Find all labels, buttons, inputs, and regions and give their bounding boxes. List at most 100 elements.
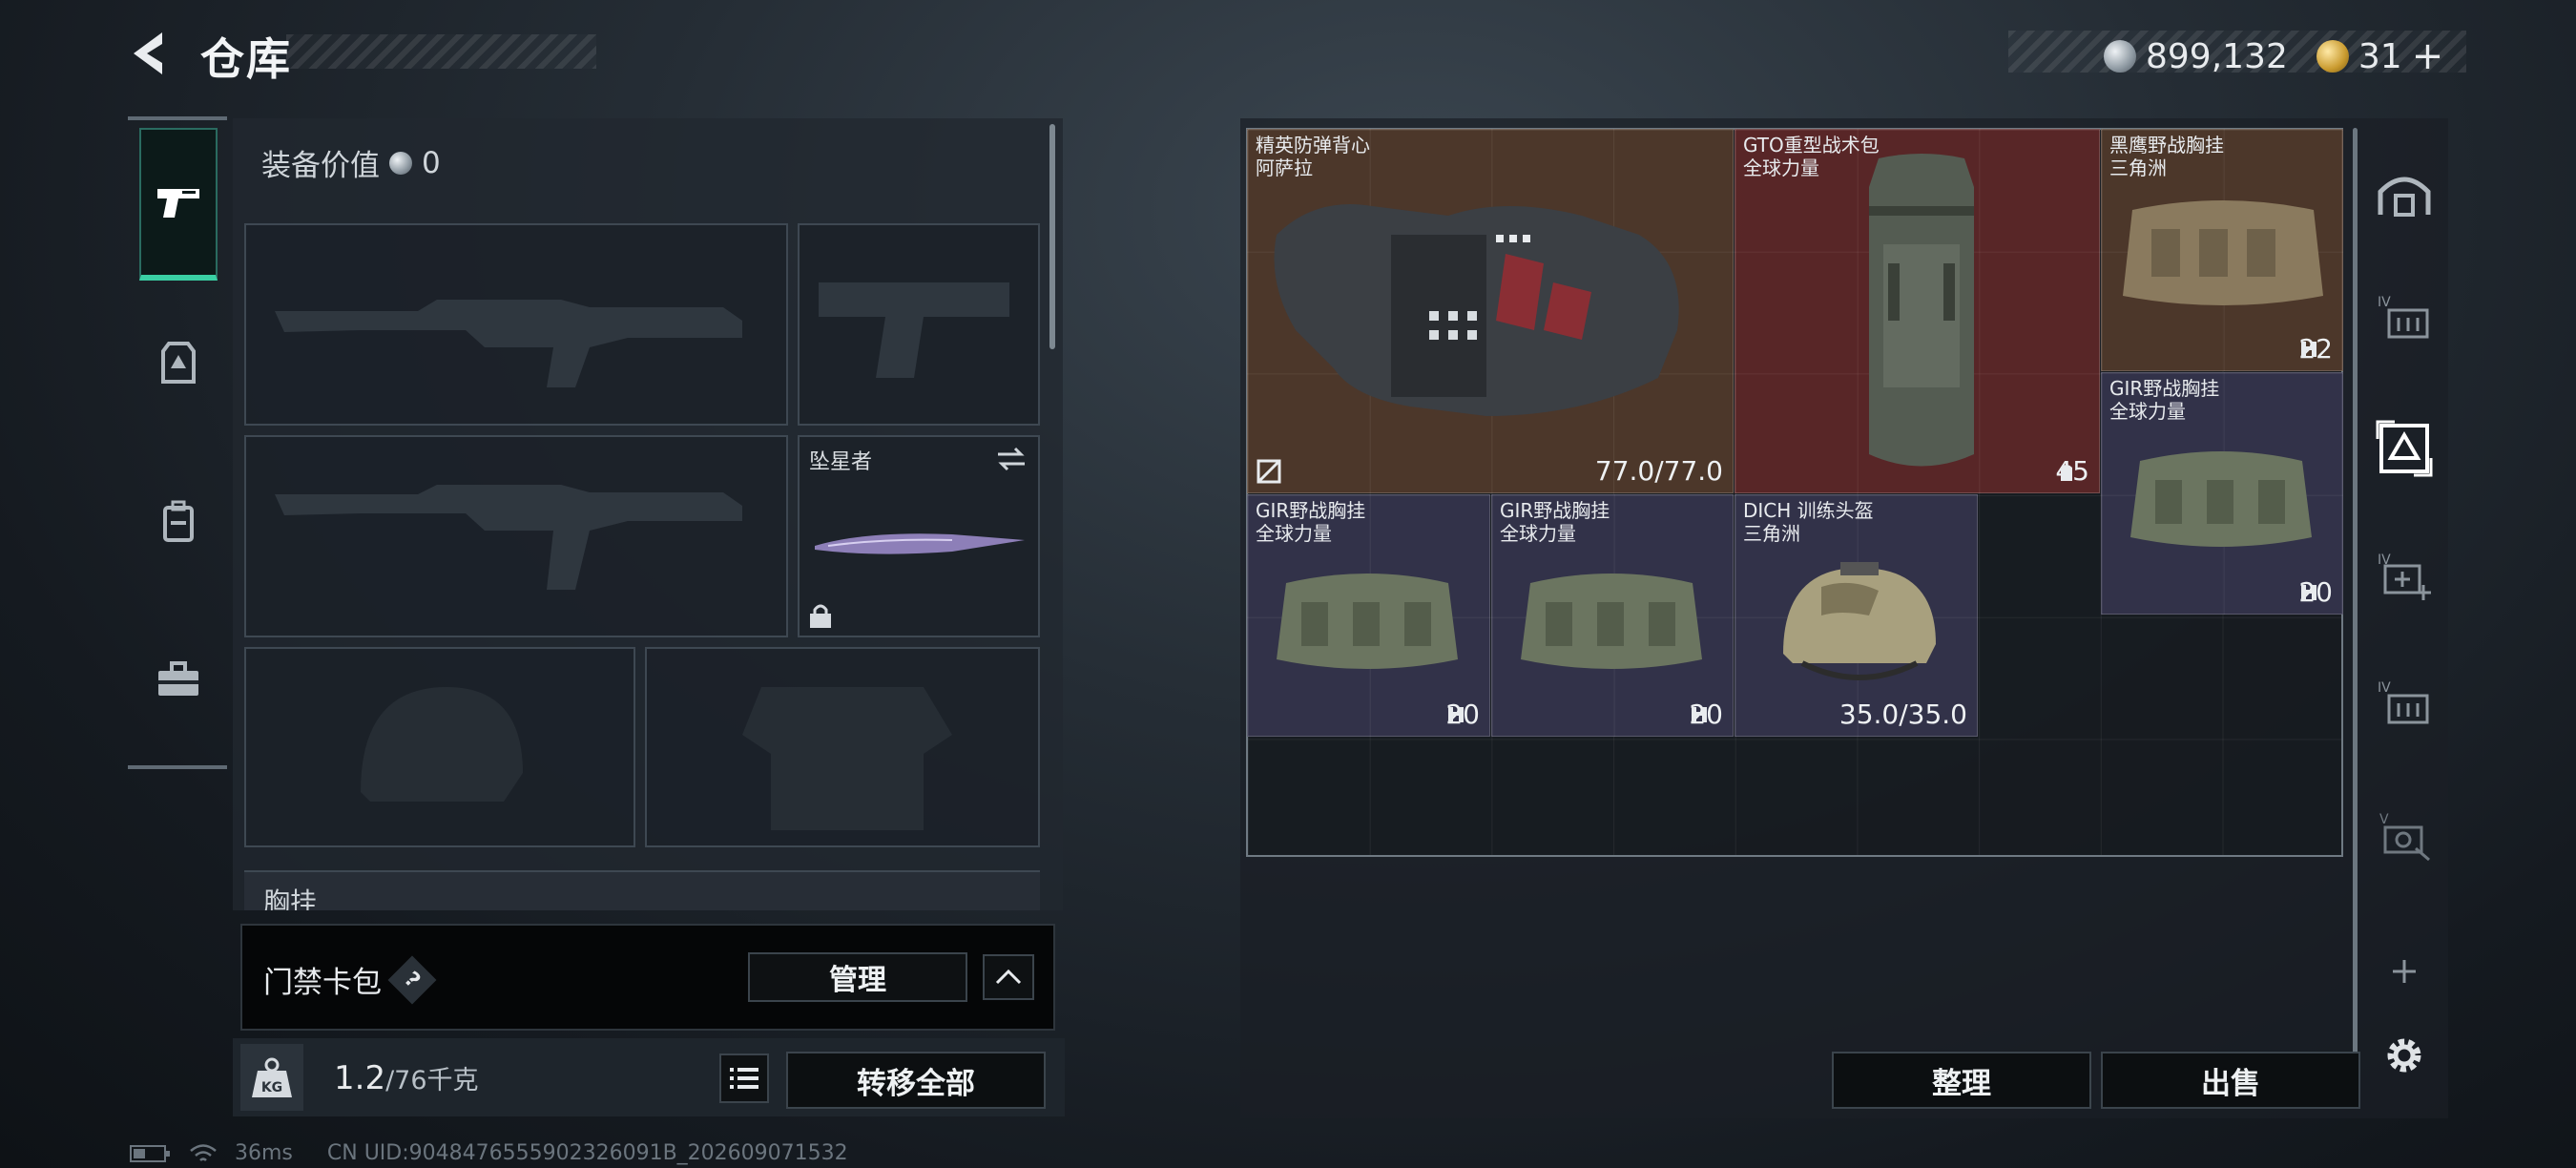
transfer-all-button[interactable]: 转移全部 xyxy=(786,1052,1046,1109)
item-name-block: GIR野战胸挂 全球力量 xyxy=(2109,377,2219,423)
stash-item[interactable]: 黑鹰野战胸挂 三角洲 22 xyxy=(2101,129,2343,371)
backpack-icon xyxy=(163,500,194,542)
item-origin: 三角洲 xyxy=(2109,156,2167,179)
keycard-help-button[interactable]: ? xyxy=(387,955,437,1004)
keycard-label: 门禁卡包 xyxy=(263,966,382,1000)
melee-slot[interactable]: 坠星者 xyxy=(798,435,1040,637)
tab-armor[interactable] xyxy=(139,286,218,439)
equipment-value: 装备价值 0 xyxy=(261,141,441,184)
swap-icon[interactable] xyxy=(994,445,1028,473)
item-origin: 全球力量 xyxy=(2109,400,2186,423)
add-currency-button[interactable]: + xyxy=(2412,34,2444,78)
stash-page-2[interactable] xyxy=(2366,410,2442,487)
rig-capacity-icon xyxy=(1448,706,1465,722)
add-stash-page-button[interactable] xyxy=(2366,933,2442,1010)
lock-icon xyxy=(810,604,831,628)
knife-icon xyxy=(815,533,1025,554)
stash-item[interactable]: GTO重型战术包 全球力量 45 xyxy=(1735,129,2100,493)
tab-weapons[interactable] xyxy=(139,128,218,281)
item-capacity: 22 xyxy=(2298,333,2333,365)
equipment-value-amount: 0 xyxy=(422,145,441,180)
backpack-icon xyxy=(1869,154,1974,467)
sell-button[interactable]: 出售 xyxy=(2101,1052,2360,1109)
ticket-icon xyxy=(2316,40,2349,73)
sort-button[interactable]: 整理 xyxy=(1832,1052,2091,1109)
tab-backpack[interactable] xyxy=(139,445,218,597)
settings-button[interactable] xyxy=(2366,1017,2442,1094)
item-capacity: 20 xyxy=(1689,699,1723,730)
stash-item[interactable]: GIR野战胸挂 全球力量 20 xyxy=(1491,494,1734,737)
coin-icon xyxy=(389,151,412,175)
status-bar: 36ms CN UID:9048476555902326091B_2026090… xyxy=(130,1141,848,1165)
rig-capacity-icon xyxy=(2301,341,2317,357)
body-armor-vest-icon xyxy=(1274,204,1679,416)
backpack-capacity-icon xyxy=(2061,464,2073,481)
rifle-silhouette-icon xyxy=(275,300,742,387)
tab-supplies[interactable] xyxy=(139,603,218,756)
armor-icon xyxy=(161,342,196,384)
stash-item[interactable]: DICH 训练头盔 三角洲 35.0/35.0 xyxy=(1735,494,1978,737)
no-repair-icon xyxy=(1257,459,1281,484)
collapse-button[interactable] xyxy=(983,954,1034,1000)
stash-item[interactable]: GIR野战胸挂 全球力量 20 xyxy=(1247,494,1490,737)
add-icon xyxy=(2393,960,2416,983)
pistol-icon xyxy=(157,189,199,218)
user-uid: CN UID:9048476555902326091B_202609071532 xyxy=(326,1141,848,1165)
back-button[interactable] xyxy=(124,27,177,80)
back-arrow-icon xyxy=(134,32,162,74)
item-name: GIR野战胸挂 xyxy=(1500,499,1610,522)
primary-weapon-slot[interactable] xyxy=(244,223,788,426)
item-capacity: 20 xyxy=(2298,576,2333,608)
stash-page-3[interactable]: IV xyxy=(2366,538,2442,615)
item-name-block: GIR野战胸挂 全球力量 xyxy=(1256,499,1365,545)
helmet-silhouette-icon xyxy=(361,687,523,802)
stash-tab-icon: IV xyxy=(2378,680,2429,724)
chest-rig-section: 胸挂 xyxy=(244,870,1040,910)
item-name: 精英防弹背心 xyxy=(1256,134,1370,156)
item-name: GIR野战胸挂 xyxy=(2109,377,2220,400)
chest-rig-icon xyxy=(1277,574,1458,669)
stash-page-5[interactable]: V xyxy=(2366,798,2442,874)
stash-item[interactable]: GIR野战胸挂 全球力量 20 xyxy=(2101,372,2343,615)
item-name: DICH 训练头盔 xyxy=(1743,499,1874,522)
svg-text:KG: KG xyxy=(261,1080,282,1095)
stash-page-main[interactable] xyxy=(2366,156,2442,233)
item-capacity: 20 xyxy=(1445,699,1480,730)
item-capacity: 45 xyxy=(2055,455,2089,487)
helmet-icon xyxy=(1783,562,1936,680)
stash-item[interactable]: 精英防弹背心 阿萨拉 77.0/77.0 xyxy=(1247,129,1734,493)
stash-page-1[interactable]: IV xyxy=(2366,281,2442,357)
melee-name: 坠星者 xyxy=(809,450,873,474)
item-name: GTO重型战术包 xyxy=(1743,134,1880,156)
body-armor-slot[interactable] xyxy=(645,647,1040,847)
ticket-balance: 31 xyxy=(2358,36,2402,76)
chest-rig-label: 胸挂 xyxy=(263,886,318,910)
secondary-weapon-slot[interactable] xyxy=(798,223,1040,426)
armor-silhouette-icon xyxy=(742,687,952,830)
stash-tab-active-icon xyxy=(2376,420,2433,477)
item-durability: 77.0/77.0 xyxy=(1594,455,1723,487)
equipment-scrollbar[interactable] xyxy=(1049,124,1055,349)
equipment-value-label: 装备价值 xyxy=(261,149,380,183)
item-name-block: GIR野战胸挂 全球力量 xyxy=(1500,499,1610,545)
helmet-slot[interactable] xyxy=(244,647,635,847)
carry-weight-max: /76千克 xyxy=(385,1066,479,1095)
item-name: 黑鹰野战胸挂 xyxy=(2109,134,2224,156)
ping-value: 36ms xyxy=(235,1141,293,1165)
manage-button[interactable]: 管理 xyxy=(748,952,967,1002)
stash-scrollbar[interactable] xyxy=(2353,128,2358,1063)
keycard-label-group: 门禁卡包 ? xyxy=(263,955,437,1004)
toolbox-icon xyxy=(158,661,198,696)
item-origin: 全球力量 xyxy=(1256,522,1332,545)
chevron-up-icon xyxy=(995,969,1022,985)
item-name-block: GTO重型战术包 全球力量 xyxy=(1743,134,1880,179)
storage-box-icon xyxy=(2378,177,2431,217)
item-name: GIR野战胸挂 xyxy=(1256,499,1366,522)
stash-page-4[interactable]: IV xyxy=(2366,666,2442,742)
secondary-rifle-slot[interactable] xyxy=(244,435,788,637)
kg-weight-icon: KG xyxy=(240,1044,303,1111)
currency-bar: 899,132 31 + xyxy=(2008,31,2466,78)
list-view-button[interactable] xyxy=(719,1053,769,1103)
title-decoration xyxy=(286,34,596,69)
stash-special-icon: V xyxy=(2379,812,2430,862)
